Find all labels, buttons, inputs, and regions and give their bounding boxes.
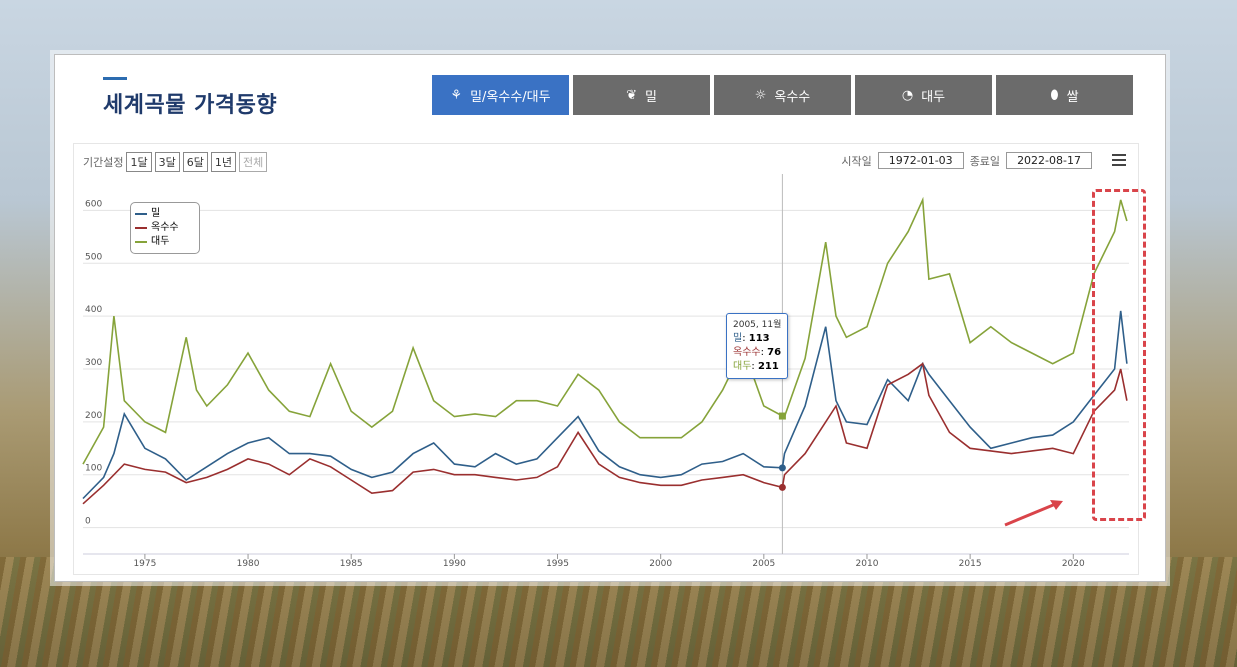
corn-line bbox=[82, 362, 1128, 505]
tab-label: 옥수수 bbox=[774, 89, 811, 105]
tab-label: 쌀 bbox=[1066, 89, 1079, 105]
x-tick-label: 1980 bbox=[237, 559, 260, 569]
soybean-hover-point bbox=[778, 412, 786, 420]
soybean-line bbox=[82, 196, 1128, 465]
x-tick-label: 2015 bbox=[959, 559, 982, 569]
x-tick-label: 1995 bbox=[546, 559, 569, 569]
legend-item-corn[interactable]: 옥수수 bbox=[135, 221, 195, 235]
corn-icon: ☼ bbox=[754, 87, 767, 103]
x-tick-label: 2005 bbox=[752, 559, 775, 569]
y-tick-label: 400 bbox=[85, 305, 102, 315]
highlight-box bbox=[1092, 189, 1146, 521]
tab-wheat-corn-soybean[interactable]: ⚘ 밀/옥수수/대두 bbox=[432, 75, 569, 115]
chart-tooltip: 2005, 11월 밀: 113 옥수수: 76 대두: 211 bbox=[726, 313, 789, 379]
tooltip-row-corn: 옥수수: 76 bbox=[733, 347, 782, 358]
chart-legend[interactable]: 밀 옥수수 대두 bbox=[130, 202, 200, 254]
crop-tabs: ⚘ 밀/옥수수/대두 ❦ 밀 ☼ 옥수수 ◔ 대두 ⬮ 쌀 bbox=[432, 75, 1133, 115]
x-tick-label: 2020 bbox=[1062, 559, 1085, 569]
tooltip-row-soybean: 대두: 211 bbox=[733, 361, 779, 372]
page-title: 세계곡물 가격동향 bbox=[103, 93, 278, 118]
tab-label: 밀/옥수수/대두 bbox=[470, 89, 551, 105]
x-tick-label: 2010 bbox=[856, 559, 879, 569]
y-tick-label: 300 bbox=[85, 358, 102, 368]
y-tick-label: 0 bbox=[85, 517, 91, 527]
bean-icon: ◔ bbox=[901, 87, 914, 103]
tab-label: 밀 bbox=[644, 89, 657, 105]
grain-icon: ❦ bbox=[626, 87, 637, 103]
y-tick-label: 200 bbox=[85, 411, 102, 421]
rice-icon: ⬮ bbox=[1050, 87, 1059, 103]
x-tick-label: 2000 bbox=[649, 559, 672, 569]
corn-hover-point bbox=[778, 483, 786, 491]
x-tick-label: 1985 bbox=[340, 559, 363, 569]
wheat-icon: ⚘ bbox=[450, 87, 463, 103]
legend-item-wheat[interactable]: 밀 bbox=[135, 207, 195, 221]
wheat-line bbox=[82, 310, 1128, 500]
y-tick-label: 500 bbox=[85, 252, 102, 262]
tab-corn[interactable]: ☼ 옥수수 bbox=[714, 75, 851, 115]
tab-label: 대두 bbox=[921, 89, 946, 105]
wheat-hover-point bbox=[778, 464, 786, 472]
legend-item-soybean[interactable]: 대두 bbox=[135, 235, 195, 249]
x-tick-label: 1990 bbox=[443, 559, 466, 569]
tooltip-row-wheat: 밀: 113 bbox=[733, 333, 770, 344]
price-panel: 세계곡물 가격동향 ⚘ 밀/옥수수/대두 ❦ 밀 ☼ 옥수수 ◔ 대두 ⬮ 쌀 … bbox=[54, 54, 1166, 582]
tab-soybean[interactable]: ◔ 대두 bbox=[855, 75, 992, 115]
tab-rice[interactable]: ⬮ 쌀 bbox=[996, 75, 1133, 115]
tab-wheat[interactable]: ❦ 밀 bbox=[573, 75, 710, 115]
chart-area: 기간설정 1달 3달 6달 1년 전체 시작일 1972-01-03 종료일 2… bbox=[73, 143, 1139, 575]
y-tick-label: 100 bbox=[85, 464, 102, 474]
price-chart-svg: 0 100 200 300 400 500 600 1975 1980 1985 1990 1995 2… bbox=[82, 174, 1129, 569]
x-tick-label: 1975 bbox=[133, 559, 156, 569]
tooltip-header: 2005, 11월 bbox=[733, 320, 782, 330]
title-accent-bar bbox=[103, 77, 127, 80]
y-tick-label: 600 bbox=[85, 199, 102, 209]
